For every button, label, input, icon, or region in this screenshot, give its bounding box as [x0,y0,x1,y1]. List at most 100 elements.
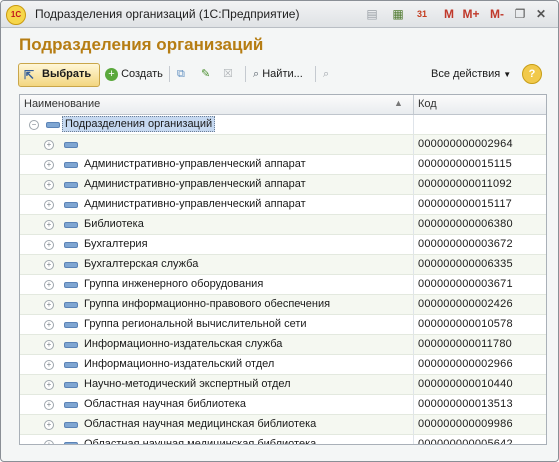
collapse-icon[interactable]: − [29,120,39,130]
find-button[interactable]: ⌕ Найти... [253,65,303,83]
memory-m-icon[interactable]: M [442,5,456,23]
column-divider [413,395,414,414]
table-row[interactable]: + Библиотека 000000000006380 [20,215,546,235]
memory-m-plus-icon[interactable]: M+ [461,5,481,23]
row-name: Административно-управленческий аппарат [84,198,306,210]
table-row[interactable]: + Бухгалтерская служба 000000000006335 [20,255,546,275]
column-divider [413,135,414,154]
row-code: 000000000010578 [418,318,513,330]
expand-icon[interactable]: + [44,160,54,170]
row-code: 000000000015117 [418,198,512,210]
table-row-root[interactable]: − Подразделения организаций [20,115,546,135]
close-icon[interactable]: ✕ [534,5,548,23]
row-code: 000000000015115 [418,158,512,170]
all-actions-menu[interactable]: Все действия ▼ [431,65,511,83]
row-code: 000000000002964 [418,138,513,150]
table-row[interactable]: + Областная научная медицинская библиотек… [20,415,546,435]
column-divider [413,315,414,334]
column-header-code[interactable]: Код [418,98,437,110]
document-icon[interactable]: ▤ [364,5,380,23]
table-row[interactable]: + Группа региональной вычислительной сети… [20,315,546,335]
catalog-table: Наименование ▲ Код − Подразделения орган… [19,94,547,445]
chevron-down-icon: ▼ [503,70,512,79]
table-row[interactable]: + Административно-управленческий аппарат 0… [20,195,546,215]
column-divider [413,175,414,194]
toolbar-divider [245,66,246,82]
expand-icon[interactable]: + [44,360,54,370]
folder-icon [64,162,78,168]
restore-icon[interactable]: ❐ [513,5,527,23]
row-name: Группа региональной вычислительной сети [84,318,307,330]
table-row[interactable]: + Областная научная библиотека 00000000001… [20,395,546,415]
toolbar-divider [315,66,316,82]
table-row[interactable]: + Бухгалтерия 000000000003672 [20,235,546,255]
row-code: 000000000010440 [418,378,513,390]
folder-icon [64,402,78,408]
folder-icon [46,122,60,128]
search-icon: ⌕ [253,68,260,80]
expand-icon[interactable]: + [44,240,54,250]
table-row[interactable]: + Административно-управленческий аппарат 0… [20,175,546,195]
folder-icon [64,282,78,288]
row-code: 000000000011092 [418,178,512,190]
expand-icon[interactable]: + [44,300,54,310]
expand-icon[interactable]: + [44,140,54,150]
root-name: Подразделения организаций [62,116,216,132]
expand-icon[interactable]: + [44,280,54,290]
edit-pencil-icon[interactable]: ✎ [201,65,217,83]
expand-icon[interactable]: + [44,440,54,444]
folder-icon [64,322,78,328]
column-divider [413,275,414,294]
copy-icon[interactable]: ⧉ [177,65,193,83]
row-code: 000000000005642 [418,438,513,445]
table-row[interactable]: + Научно-методический экспертный отдел 000… [20,375,546,395]
table-row[interactable]: +000000000002964 [20,135,546,155]
table-row[interactable]: + Группа информационно-правового обеспече… [20,295,546,315]
table-row[interactable]: + Областная научная медицинская библиотек… [20,435,546,445]
expand-icon[interactable]: + [44,380,54,390]
column-divider [413,155,414,174]
folder-icon [64,262,78,268]
table-row[interactable]: + Административно-управленческий аппарат 0… [20,155,546,175]
select-button[interactable]: ⇱ Выбрать [18,63,100,87]
column-divider[interactable] [413,95,414,114]
column-header-name[interactable]: Наименование [24,98,100,110]
table-header: Наименование ▲ Код [20,95,546,115]
row-name: Областная научная медицинская библиотека [84,438,317,445]
column-divider [413,195,414,214]
all-actions-label: Все действия [431,68,501,80]
expand-icon[interactable]: + [44,180,54,190]
row-name: Областная научная медицинская библиотека [84,418,317,430]
row-code: 000000000002426 [418,298,513,310]
app-logo-icon[interactable]: 1С [6,5,26,25]
folder-icon [64,222,78,228]
memory-m-minus-icon[interactable]: M- [487,5,507,23]
cancel-search-icon[interactable]: ⌕ [323,65,339,83]
expand-icon[interactable]: + [44,340,54,350]
table-row[interactable]: + Группа инженерного оборудования 00000000… [20,275,546,295]
calendar-icon[interactable]: 31 [414,5,430,23]
help-icon[interactable]: ? [522,64,542,84]
delete-mark-icon[interactable]: ☒ [223,65,239,83]
folder-icon [64,442,78,444]
row-code: 000000000006380 [418,218,513,230]
column-divider [413,255,414,274]
expand-icon[interactable]: + [44,420,54,430]
folder-icon [64,362,78,368]
folder-icon [64,142,78,148]
table-row[interactable]: + Информационно-издательская служба 000000… [20,335,546,355]
column-divider [413,235,414,254]
column-divider [413,335,414,354]
expand-icon[interactable]: + [44,200,54,210]
expand-icon[interactable]: + [44,220,54,230]
table-row[interactable]: + Информационно-издательский отдел 0000000… [20,355,546,375]
column-divider [413,355,414,374]
create-button[interactable]: + Создать [105,65,163,83]
toolbar-divider [169,66,170,82]
expand-icon[interactable]: + [44,320,54,330]
calculator-icon[interactable]: ▦ [390,5,406,23]
column-divider [413,215,414,234]
column-divider [413,435,414,444]
expand-icon[interactable]: + [44,260,54,270]
expand-icon[interactable]: + [44,400,54,410]
